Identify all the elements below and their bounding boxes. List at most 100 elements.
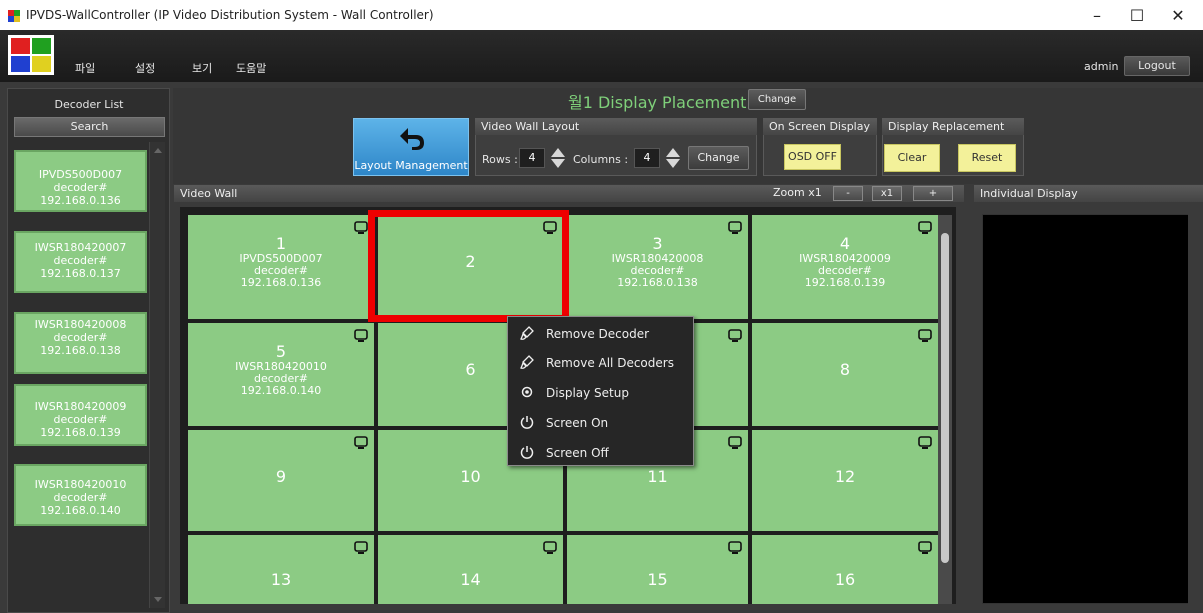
cell-number: 16 xyxy=(834,570,856,589)
individual-display-header: Individual Display xyxy=(974,185,1203,202)
spinner-down-icon[interactable] xyxy=(666,159,680,168)
decoder-name: IWSR180420007 xyxy=(34,241,127,254)
decoder-item[interactable]: IWSR180420009 decoder# 192.168.0.139 xyxy=(14,384,147,446)
individual-display-scrollbar[interactable] xyxy=(1188,214,1202,604)
cell-decoder-ip: 192.168.0.139 xyxy=(804,276,886,289)
monitor-icon[interactable] xyxy=(354,329,368,343)
close-button[interactable]: ✕ xyxy=(1163,4,1193,28)
menu-file[interactable]: 파일 xyxy=(75,60,95,76)
monitor-icon[interactable] xyxy=(543,541,557,555)
columns-input[interactable]: 4 xyxy=(634,148,660,168)
zoom-out-button[interactable]: - xyxy=(833,186,863,201)
title-bar: IPVDS-WallController (IP Video Distribut… xyxy=(0,0,1203,30)
decoder-item[interactable]: IWSR180420008 decoder# 192.168.0.138 xyxy=(14,312,147,374)
wall-cell[interactable]: 14 xyxy=(378,535,563,604)
monitor-icon[interactable] xyxy=(354,436,368,450)
monitor-icon[interactable] xyxy=(728,436,742,450)
wall-cell[interactable]: 16 xyxy=(752,535,938,604)
rows-input[interactable]: 4 xyxy=(519,148,545,168)
decoder-type: decoder# xyxy=(53,413,108,426)
layout-change-button[interactable]: Change xyxy=(688,146,749,170)
wall-cell[interactable]: 1 IPVDS500D007 decoder# 192.168.0.136 xyxy=(188,215,374,319)
monitor-icon[interactable] xyxy=(728,221,742,235)
app-icon xyxy=(8,10,20,22)
display-replacement-label: Display Replacement xyxy=(882,119,1024,135)
monitor-icon[interactable] xyxy=(918,329,932,343)
menu-item-display-setup[interactable]: Display Setup xyxy=(508,380,693,406)
decoder-list-title: Decoder List xyxy=(54,98,124,111)
title-change-button[interactable]: Change xyxy=(748,89,806,110)
menu-item-screen-off[interactable]: Screen Off xyxy=(508,440,693,466)
wall-cell[interactable]: 8 xyxy=(752,323,938,426)
scrollbar-thumb[interactable] xyxy=(941,233,949,563)
decoder-name: IWSR180420010 xyxy=(34,478,127,491)
app-window: IPVDS-WallController (IP Video Distribut… xyxy=(0,0,1203,613)
zoom-label: Zoom x1 xyxy=(773,186,822,199)
clear-button[interactable]: Clear xyxy=(884,144,940,172)
decoder-name: IPVDS500D007 xyxy=(38,168,123,181)
decoder-list-scrollbar[interactable] xyxy=(149,142,165,608)
scroll-down-arrow-icon[interactable] xyxy=(154,597,162,602)
video-wall-layout-label: Video Wall Layout xyxy=(475,119,757,135)
minimize-button[interactable]: – xyxy=(1082,4,1112,28)
cell-number: 8 xyxy=(839,360,851,379)
monitor-icon[interactable] xyxy=(918,436,932,450)
menu-settings[interactable]: 설정 xyxy=(135,60,155,76)
wall-cell[interactable]: 3 IWSR180420008 decoder# 192.168.0.138 xyxy=(567,215,748,319)
decoder-item[interactable]: IWSR180420010 decoder# 192.168.0.140 xyxy=(14,464,147,526)
cell-number: 1 xyxy=(275,234,287,253)
osd-label: On Screen Display xyxy=(763,119,877,135)
menu-view[interactable]: 보기 xyxy=(192,60,212,76)
menu-item-label: Remove All Decoders xyxy=(546,356,674,370)
columns-spinner[interactable] xyxy=(666,147,680,169)
monitor-icon[interactable] xyxy=(354,541,368,555)
cell-number: 14 xyxy=(460,570,481,589)
zoom-in-button[interactable]: + xyxy=(913,186,953,201)
monitor-icon[interactable] xyxy=(728,541,742,555)
columns-label: Columns : xyxy=(573,153,629,166)
cell-number: 3 xyxy=(652,234,663,253)
wall-cell[interactable]: 12 xyxy=(752,430,938,531)
menu-item-remove-decoder[interactable]: Remove Decoder xyxy=(508,321,693,347)
spinner-up-icon[interactable] xyxy=(551,148,565,157)
spinner-up-icon[interactable] xyxy=(666,148,680,157)
placement-title: 월1 Display Placement xyxy=(568,93,747,112)
search-button[interactable]: Search xyxy=(14,117,165,137)
power-icon xyxy=(520,446,534,459)
layout-management-button[interactable]: Layout Management xyxy=(353,118,469,176)
decoder-item[interactable]: IWSR180420007 decoder# 192.168.0.137 xyxy=(14,231,147,293)
wall-cell[interactable]: 15 xyxy=(567,535,748,604)
rows-label: Rows : xyxy=(482,153,518,166)
logout-button[interactable]: Logout xyxy=(1124,56,1190,76)
wall-cell[interactable]: 13 xyxy=(188,535,374,604)
monitor-icon[interactable] xyxy=(918,541,932,555)
video-wall-scrollbar[interactable] xyxy=(938,215,952,604)
wall-cell[interactable]: 5 IWSR180420010 decoder# 192.168.0.140 xyxy=(188,323,374,426)
spinner-down-icon[interactable] xyxy=(551,159,565,168)
cell-decoder-ip: 192.168.0.140 xyxy=(240,384,322,397)
reset-button[interactable]: Reset xyxy=(958,144,1016,172)
decoder-item[interactable]: IPVDS500D007 decoder# 192.168.0.136 xyxy=(14,150,147,212)
monitor-icon[interactable] xyxy=(354,221,368,235)
rows-spinner[interactable] xyxy=(551,147,565,169)
menu-help[interactable]: 도움말 xyxy=(236,60,266,76)
cell-decoder-ip: 192.168.0.138 xyxy=(617,276,698,289)
maximize-button[interactable]: ☐ xyxy=(1122,4,1152,28)
menu-item-remove-all-decoders[interactable]: Remove All Decoders xyxy=(508,350,693,376)
zoom-reset-button[interactable]: x1 xyxy=(872,186,902,201)
monitor-icon[interactable] xyxy=(728,329,742,343)
decoder-ip: 192.168.0.139 xyxy=(40,426,121,439)
monitor-icon[interactable] xyxy=(918,221,932,235)
wall-cell[interactable]: 4 IWSR180420009 decoder# 192.168.0.139 xyxy=(752,215,938,319)
layout-management-label: Layout Management xyxy=(354,159,468,172)
decoder-ip: 192.168.0.137 xyxy=(40,267,121,280)
wall-cell[interactable]: 9 xyxy=(188,430,374,531)
cell-number: 13 xyxy=(270,570,292,589)
decoder-ip: 192.168.0.138 xyxy=(40,344,121,357)
settings-icon xyxy=(521,386,533,398)
cell-number: 15 xyxy=(647,570,668,589)
cell-number: 11 xyxy=(647,467,668,486)
scroll-up-arrow-icon[interactable] xyxy=(154,148,162,153)
osd-off-button[interactable]: OSD OFF xyxy=(784,144,841,170)
menu-item-screen-on[interactable]: Screen On xyxy=(508,410,693,436)
